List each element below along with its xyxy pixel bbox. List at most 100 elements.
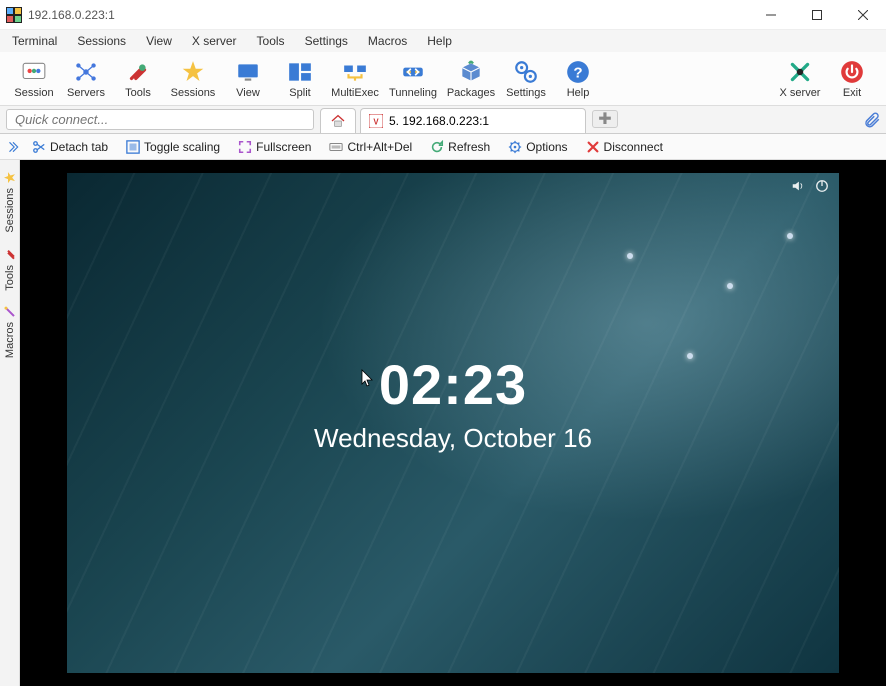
side-tabs: Sessions Tools Macros — [0, 160, 20, 686]
tunneling-icon — [400, 59, 426, 85]
help-icon: ? — [565, 59, 591, 85]
window-controls — [748, 0, 886, 29]
scaling-icon — [126, 140, 140, 154]
tool-tools[interactable]: Tools — [112, 59, 164, 99]
menu-help[interactable]: Help — [417, 32, 462, 50]
tool-tunneling[interactable]: Tunneling — [384, 59, 442, 99]
power-icon[interactable] — [815, 179, 829, 193]
quick-connect-input[interactable] — [6, 109, 314, 130]
detach-tab-button[interactable]: Detach tab — [24, 138, 116, 156]
remote-cursor — [361, 369, 375, 387]
volume-icon[interactable] — [791, 179, 805, 193]
window-titlebar: 192.168.0.223:1 — [0, 0, 886, 30]
collapse-sidebar-button[interactable] — [4, 140, 22, 154]
ctrl-alt-del-button[interactable]: Ctrl+Alt+Del — [321, 138, 420, 156]
tool-help[interactable]: ? Help — [552, 59, 604, 99]
star-icon — [4, 172, 16, 184]
servers-icon — [73, 59, 99, 85]
tool-split[interactable]: Split — [274, 59, 326, 99]
action-label: Fullscreen — [256, 140, 311, 154]
action-label: Options — [526, 140, 567, 154]
refresh-icon — [430, 140, 444, 154]
menu-tools[interactable]: Tools — [247, 32, 295, 50]
tool-exit[interactable]: Exit — [826, 59, 878, 99]
tool-sessions[interactable]: Sessions — [164, 59, 222, 99]
new-tab-button[interactable]: ✚ — [592, 110, 618, 128]
home-icon — [330, 113, 346, 129]
tool-settings[interactable]: Settings — [500, 59, 552, 99]
tool-packages[interactable]: Packages — [442, 59, 500, 99]
remote-desktop[interactable]: 02:23 Wednesday, October 16 — [67, 173, 839, 673]
tool-view[interactable]: View — [222, 59, 274, 99]
tab-row: V 5. 192.168.0.223:1 ✚ — [0, 106, 886, 134]
tool-label: Exit — [843, 87, 861, 99]
attach-button[interactable] — [858, 106, 886, 133]
power-icon — [839, 59, 865, 85]
svg-text:V: V — [373, 118, 379, 127]
tool-session[interactable]: Session — [8, 59, 60, 99]
refresh-button[interactable]: Refresh — [422, 138, 498, 156]
disconnect-button[interactable]: Disconnect — [578, 138, 671, 156]
main-area: Sessions Tools Macros 02:23 Wednesday, O… — [0, 160, 886, 686]
menubar: Terminal Sessions View X server Tools Se… — [0, 30, 886, 52]
wand-icon — [4, 306, 16, 318]
session-tab-label: 5. 192.168.0.223:1 — [389, 114, 489, 128]
minimize-button[interactable] — [748, 0, 794, 29]
vnc-icon: V — [369, 114, 383, 128]
toolbar: Session Servers Tools Sessions View Spli… — [0, 52, 886, 106]
gear-icon — [508, 140, 522, 154]
maximize-button[interactable] — [794, 0, 840, 29]
tool-label: Help — [567, 87, 590, 99]
home-tab[interactable] — [320, 108, 356, 133]
side-tab-sessions[interactable]: Sessions — [2, 164, 18, 241]
session-tab[interactable]: V 5. 192.168.0.223:1 — [360, 108, 586, 133]
close-button[interactable] — [840, 0, 886, 29]
vnc-viewport[interactable]: 02:23 Wednesday, October 16 — [20, 160, 886, 686]
clock-date: Wednesday, October 16 — [314, 423, 592, 454]
tool-label: View — [236, 87, 260, 99]
tool-label: Tools — [125, 87, 151, 99]
packages-icon — [458, 59, 484, 85]
gear-icon — [513, 59, 539, 85]
action-label: Detach tab — [50, 140, 108, 154]
paperclip-icon — [863, 111, 881, 129]
tool-label: X server — [780, 87, 821, 99]
action-label: Disconnect — [604, 140, 663, 154]
tools-icon — [4, 249, 16, 261]
side-tab-tools[interactable]: Tools — [2, 241, 18, 299]
clock-time: 02:23 — [314, 352, 592, 417]
menu-terminal[interactable]: Terminal — [2, 32, 67, 50]
vnc-action-bar: Detach tab Toggle scaling Fullscreen Ctr… — [0, 134, 886, 160]
tool-servers[interactable]: Servers — [60, 59, 112, 99]
menu-sessions[interactable]: Sessions — [67, 32, 136, 50]
options-button[interactable]: Options — [500, 138, 575, 156]
menu-macros[interactable]: Macros — [358, 32, 417, 50]
tool-label: Split — [289, 87, 310, 99]
tool-label: Settings — [506, 87, 546, 99]
chevron-right-icon — [6, 140, 20, 154]
tool-xserver[interactable]: X server — [774, 59, 826, 99]
tool-label: Servers — [67, 87, 105, 99]
lock-screen-clock: 02:23 Wednesday, October 16 — [314, 352, 592, 454]
side-label: Tools — [4, 265, 16, 291]
fullscreen-button[interactable]: Fullscreen — [230, 138, 319, 156]
view-icon — [235, 59, 261, 85]
toggle-scaling-button[interactable]: Toggle scaling — [118, 138, 228, 156]
window-title: 192.168.0.223:1 — [28, 8, 748, 22]
side-tab-macros[interactable]: Macros — [2, 298, 18, 366]
plus-icon: ✚ — [598, 109, 611, 129]
menu-settings[interactable]: Settings — [295, 32, 358, 50]
menu-view[interactable]: View — [136, 32, 182, 50]
tool-label: MultiExec — [331, 87, 379, 99]
tools-icon — [125, 59, 151, 85]
fullscreen-icon — [238, 140, 252, 154]
desktop-tray — [791, 179, 829, 193]
menu-xserver[interactable]: X server — [182, 32, 247, 50]
scissors-icon — [32, 140, 46, 154]
svg-text:?: ? — [573, 64, 582, 81]
tool-label: Tunneling — [389, 87, 437, 99]
tool-multiexec[interactable]: MultiExec — [326, 59, 384, 99]
xserver-icon — [787, 59, 813, 85]
session-icon — [21, 59, 47, 85]
action-label: Ctrl+Alt+Del — [347, 140, 412, 154]
